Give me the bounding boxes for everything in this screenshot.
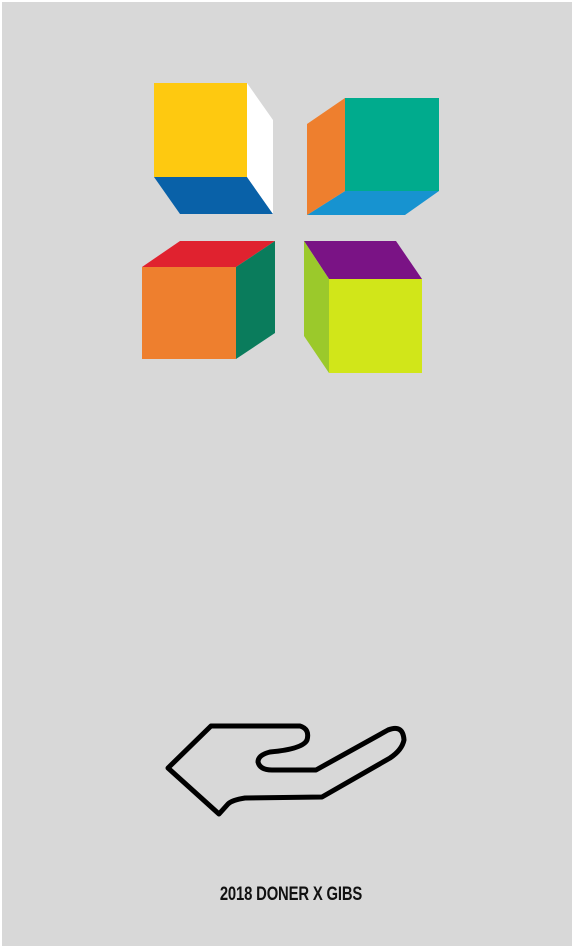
orange-cube-front-face [142,267,236,359]
green-cube-front-face [345,98,439,191]
poster-caption: 2018 DONER X GIBS [219,884,363,905]
orange-cube [142,241,275,359]
open-hand-icon [165,723,407,817]
yellow-cube [154,83,273,214]
lime-cube [304,241,422,373]
cube-artwork [142,83,439,817]
green-cube [307,98,439,215]
yellow-cube-front-face [154,83,247,177]
lime-cube-front-face [329,279,422,373]
